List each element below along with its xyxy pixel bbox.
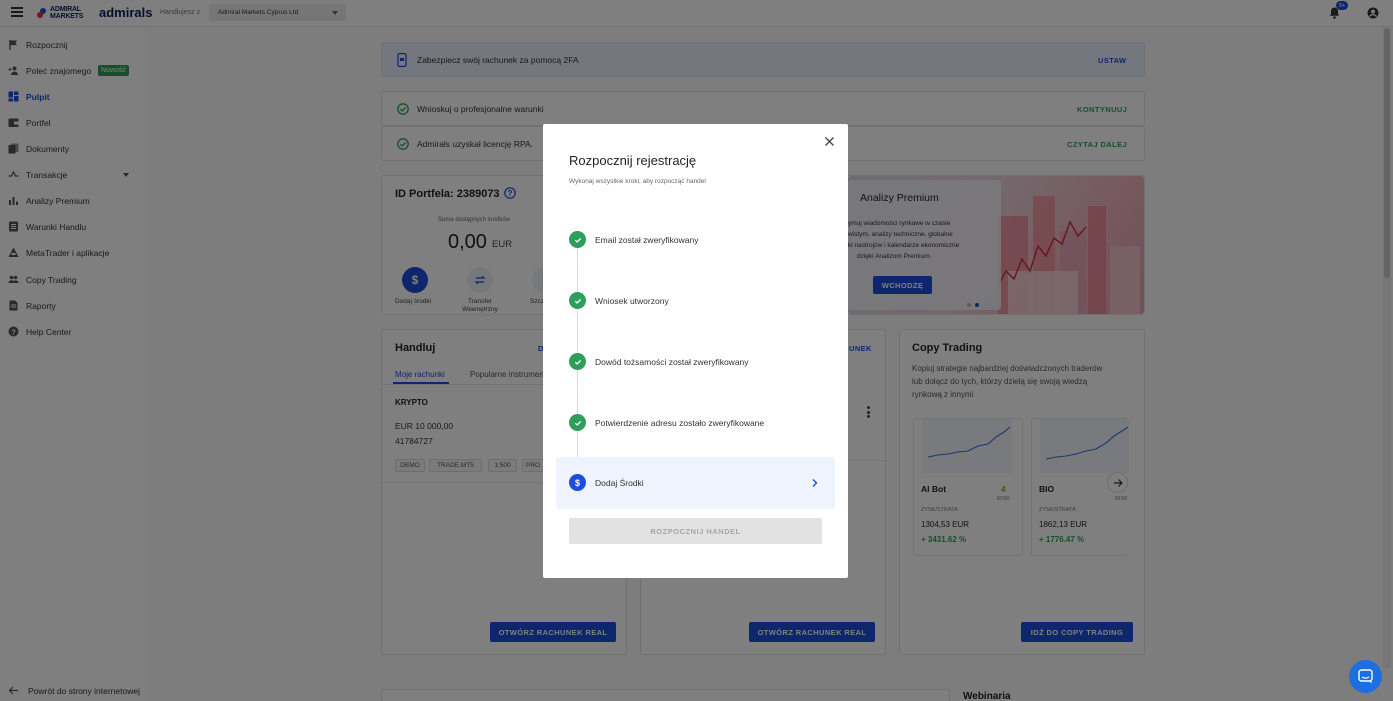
step-add-funds[interactable]: $ Dodaj Środki: [556, 457, 835, 509]
chat-icon: [1358, 669, 1373, 684]
chevron-right-icon: [811, 478, 819, 488]
start-trading-button[interactable]: ROZPOCZNIJ HANDEL: [569, 518, 822, 544]
step-label: Potwierdzenie adresu zostało zweryfikowa…: [595, 418, 765, 428]
registration-modal: Rozpocznij rejestrację Wykonaj wszystkie…: [543, 124, 848, 578]
step-check-icon: [569, 414, 586, 431]
step-check-icon: [569, 353, 586, 370]
chat-button[interactable]: [1349, 660, 1382, 693]
step-check-icon: [569, 292, 586, 309]
step-label: Email został zweryfikowany: [595, 235, 699, 245]
modal-title: Rozpocznij rejestrację: [569, 153, 697, 168]
close-icon[interactable]: [824, 136, 835, 147]
step-label: Dowód tożsamości został zweryfikowany: [595, 357, 749, 367]
step-label: Dodaj Środki: [595, 478, 644, 488]
step-label: Wniosek utworzony: [595, 296, 669, 306]
dollar-step-icon: $: [569, 474, 586, 491]
modal-subtitle: Wykonaj wszystkie kroki, aby rozpocząć h…: [569, 178, 706, 185]
step-check-icon: [569, 231, 586, 248]
